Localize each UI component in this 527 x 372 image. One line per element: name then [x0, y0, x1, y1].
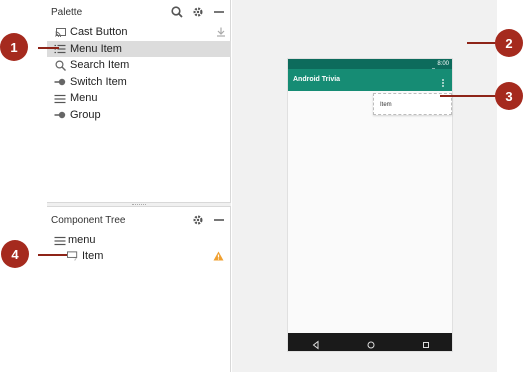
phone-preview[interactable]: 8:00 Android Trivia Item	[287, 58, 453, 352]
callout-1-line	[38, 47, 59, 49]
splitter-grip	[132, 204, 146, 205]
palette-item-menu[interactable]: Menu	[47, 90, 231, 107]
download-icon[interactable]	[216, 27, 226, 40]
left-panel: Palette Cast Button Menu Item Search Ite…	[47, 0, 231, 372]
group-icon	[54, 110, 66, 121]
tree-node-menu[interactable]: menu	[47, 233, 231, 249]
palette-title: Palette	[51, 6, 83, 18]
navigation-bar	[288, 333, 452, 351]
status-time: 8:00	[437, 61, 449, 67]
switch-icon	[54, 77, 66, 88]
palette-item-label: Search Item	[70, 59, 130, 71]
palette-list: Cast Button Menu Item Search Item Switch…	[47, 24, 231, 123]
palette-item-switch-item[interactable]: Switch Item	[47, 74, 231, 91]
callout-1: 1	[0, 33, 28, 61]
menu-item-icon: ?	[67, 251, 79, 262]
app-title: Android Trivia	[293, 76, 341, 83]
warning-icon[interactable]	[213, 251, 224, 264]
tree-node-label: menu	[68, 234, 96, 246]
tree-node-item[interactable]: ? Item	[47, 249, 231, 265]
tree-node-label: Item	[82, 250, 104, 262]
minimize-icon[interactable]	[211, 212, 227, 228]
palette-item-label: Menu	[70, 92, 98, 104]
palette-item-label: Cast Button	[70, 26, 128, 38]
palette-item-search-item[interactable]: Search Item	[47, 57, 231, 74]
menu-icon	[54, 93, 66, 104]
cast-icon	[54, 27, 66, 38]
minimize-icon[interactable]	[211, 4, 227, 20]
svg-text:?: ?	[73, 257, 76, 262]
menu-item-icon	[54, 44, 66, 55]
home-icon[interactable]	[366, 337, 376, 349]
palette-item-menu-item[interactable]: Menu Item	[47, 40, 231, 57]
callout-2: 2	[495, 29, 523, 57]
gear-icon[interactable]	[190, 4, 206, 20]
component-tree-header: Component Tree	[47, 209, 231, 231]
panel-splitter[interactable]	[47, 202, 231, 207]
callout-3: 3	[495, 82, 523, 110]
app-bar: Android Trivia	[288, 69, 452, 91]
status-bar: 8:00	[288, 59, 452, 74]
palette-item-group[interactable]: Group	[47, 107, 231, 124]
palette-header: Palette	[47, 1, 231, 23]
popup-menu-item[interactable]: Item	[380, 101, 392, 109]
overflow-menu-icon[interactable]	[442, 75, 444, 87]
component-tree-title: Component Tree	[51, 214, 126, 226]
callout-3-line	[440, 95, 498, 97]
menu-icon	[54, 235, 66, 246]
back-icon[interactable]	[311, 337, 321, 350]
gear-icon[interactable]	[190, 212, 206, 228]
palette-item-label: Group	[70, 108, 101, 121]
palette-item-cast-button[interactable]: Cast Button	[47, 24, 231, 41]
search-icon[interactable]	[169, 4, 185, 20]
callout-4: 4	[1, 240, 29, 268]
search-icon	[54, 60, 66, 71]
recents-icon[interactable]	[421, 337, 431, 348]
callout-4-line	[38, 254, 67, 256]
palette-item-label: Menu Item	[70, 42, 122, 55]
component-tree: menu ? Item	[47, 233, 231, 265]
palette-item-label: Switch Item	[70, 75, 127, 88]
